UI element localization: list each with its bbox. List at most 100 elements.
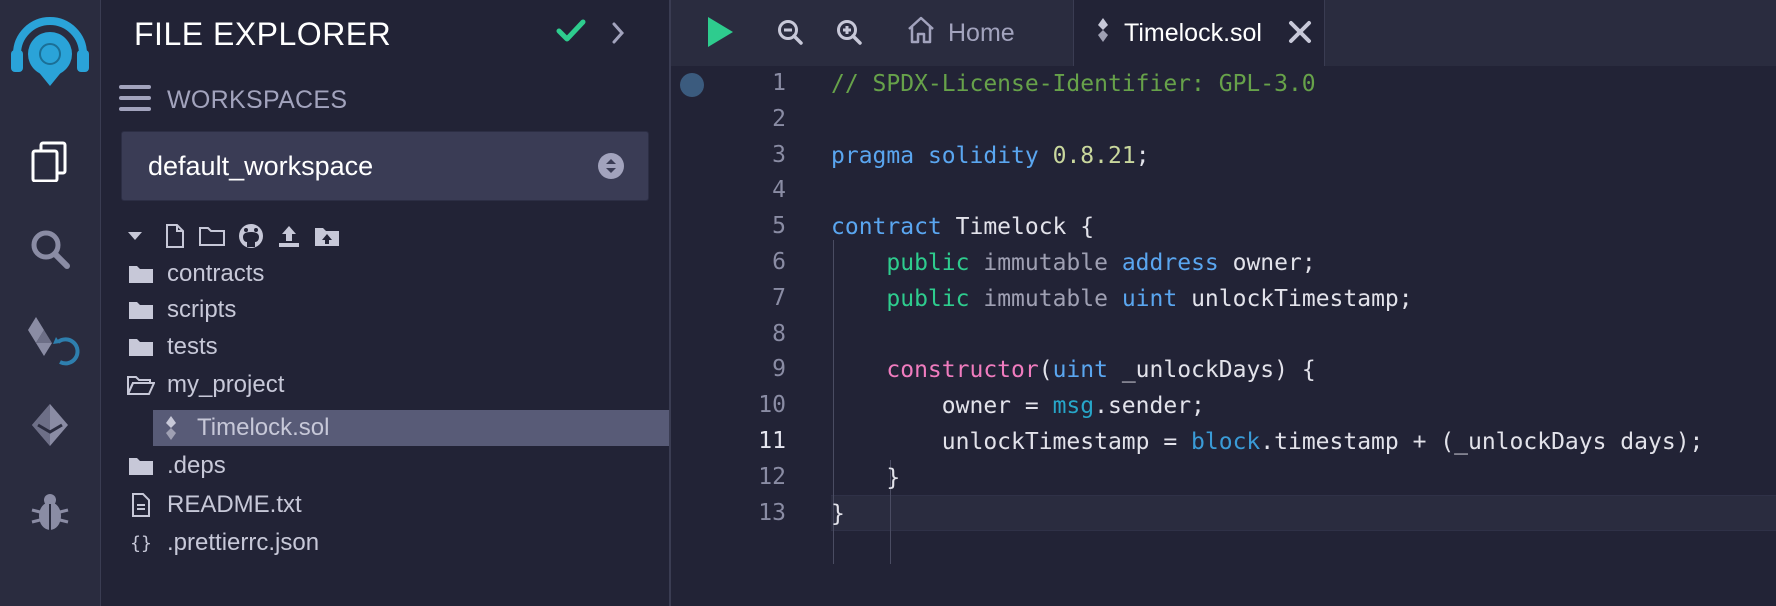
- search-icon[interactable]: [0, 228, 100, 270]
- code-token: .sender;: [1094, 393, 1205, 420]
- current-line-highlight: [831, 495, 1776, 531]
- code-token: ;: [1135, 142, 1150, 169]
- run-play-icon[interactable]: [705, 15, 735, 54]
- code-line: public immutable uint unlockTimestamp;: [831, 281, 1413, 317]
- tree-folder-my-project[interactable]: my_project: [127, 367, 284, 403]
- select-arrows-icon: [598, 153, 624, 184]
- code-token: unlockTimestamp;: [1177, 285, 1413, 312]
- debugger-icon[interactable]: [0, 490, 100, 534]
- code-token: public: [886, 285, 970, 312]
- code-token: public: [886, 250, 970, 276]
- tree-file-readme[interactable]: README.txt: [127, 487, 302, 523]
- code-line: public immutable address owner;: [831, 245, 1316, 281]
- zoom-in-icon[interactable]: [836, 19, 862, 50]
- tree-toolbar: [126, 222, 352, 250]
- code-token: (: [1038, 357, 1053, 384]
- workspace-select[interactable]: default_workspace: [121, 131, 649, 201]
- folder-open-icon: [127, 375, 155, 395]
- tree-folder-deps[interactable]: .deps: [127, 448, 226, 484]
- code-token: unlockTimestamp =: [831, 429, 1192, 455]
- code-line: }: [831, 460, 900, 496]
- code-token: immutable: [983, 250, 1108, 276]
- code-token: uint: [1052, 357, 1108, 384]
- file-explorer-panel: FILE EXPLORER WORKSPACES default_workspa…: [101, 0, 669, 606]
- line-number: 4: [772, 177, 786, 204]
- remix-logo-icon[interactable]: [0, 14, 100, 90]
- line-number: 5: [772, 213, 786, 240]
- json-file-icon: {}: [130, 532, 152, 554]
- code-token: contract: [831, 214, 942, 241]
- folder-icon: [127, 337, 155, 357]
- code-token: owner =: [831, 393, 1053, 420]
- tree-file-timelock-sol[interactable]: Timelock.sol: [153, 410, 669, 446]
- tree-folder-scripts[interactable]: scripts: [127, 292, 236, 328]
- panel-title: FILE EXPLORER: [134, 16, 392, 52]
- tree-folder-tests[interactable]: tests: [127, 329, 218, 365]
- tree-folder-contracts[interactable]: contracts: [127, 256, 264, 292]
- deploy-run-icon[interactable]: [0, 402, 100, 448]
- code-token: msg: [1052, 393, 1095, 420]
- tab-home[interactable]: Home: [906, 0, 1015, 66]
- line-number: 7: [772, 284, 786, 311]
- tree-item-label: .deps: [167, 452, 226, 479]
- line-number: 2: [772, 105, 786, 132]
- line-gutter: 1 2 3 4 5 6 7 8 9 10 11 12 13: [671, 66, 831, 606]
- home-icon: [906, 15, 936, 52]
- file-explorer-icon[interactable]: [0, 138, 100, 182]
- folder-icon: [127, 264, 155, 284]
- workspaces-header: WORKSPACES: [119, 80, 347, 120]
- tab-home-label: Home: [948, 18, 1015, 47]
- line-number: 9: [772, 356, 786, 383]
- code-token: block: [1191, 429, 1261, 455]
- upload-folder-icon[interactable]: [314, 225, 340, 247]
- code-token: }: [831, 500, 845, 527]
- line-number: 11: [758, 428, 786, 454]
- line-number: 1: [772, 70, 786, 96]
- collapse-caret-icon[interactable]: [126, 230, 144, 242]
- code-line: owner = msg.sender;: [831, 388, 1205, 424]
- tree-file-prettierrc[interactable]: {} .prettierrc.json: [127, 525, 319, 561]
- tab-active-label: Timelock.sol: [1124, 18, 1262, 47]
- checkmark-icon[interactable]: [556, 18, 586, 49]
- line-number: 6: [772, 249, 786, 275]
- folder-icon: [127, 300, 155, 320]
- solidity-compiler-icon[interactable]: [0, 312, 100, 372]
- line-number: 10: [758, 392, 786, 419]
- tree-item-label: tests: [167, 333, 218, 360]
- code-area[interactable]: // SPDX-License-Identifier: GPL-3.0 pragm…: [831, 66, 1776, 606]
- new-folder-icon[interactable]: [198, 224, 226, 248]
- code-token: uint: [1121, 285, 1178, 312]
- close-icon[interactable]: [1288, 20, 1312, 51]
- code-token: Timelock {: [941, 214, 1095, 241]
- tab-timelock-sol[interactable]: Timelock.sol: [1073, 0, 1325, 66]
- folder-icon: [127, 456, 155, 476]
- line-number: 13: [758, 499, 786, 526]
- line-number: 8: [772, 320, 786, 347]
- chevron-right-icon[interactable]: [610, 21, 626, 50]
- github-icon[interactable]: [238, 223, 264, 249]
- zoom-out-icon[interactable]: [777, 19, 803, 50]
- new-file-icon[interactable]: [164, 223, 186, 249]
- code-line: unlockTimestamp = block.timestamp + (_un…: [831, 424, 1704, 460]
- code-token: .timestamp + (_unlockDays days);: [1260, 429, 1704, 455]
- upload-file-icon[interactable]: [276, 223, 302, 249]
- tree-item-label: Timelock.sol: [197, 414, 330, 441]
- code-line: constructor(uint _unlockDays) {: [831, 352, 1315, 388]
- code-line: // SPDX-License-Identifier: GPL-3.0: [831, 66, 1316, 102]
- code-token: immutable: [983, 285, 1108, 312]
- code-token: solidity: [927, 142, 1039, 169]
- code-token: }: [831, 464, 901, 491]
- editor-tabbar: Home Timelock.sol: [671, 0, 1776, 66]
- tree-item-label: scripts: [167, 296, 237, 323]
- hamburger-icon[interactable]: [119, 83, 151, 118]
- code-line: pragma solidity 0.8.21;: [831, 138, 1150, 174]
- code-token: address: [1121, 250, 1219, 276]
- code-token: owner;: [1218, 250, 1316, 276]
- code-line: contract Timelock {: [831, 209, 1094, 245]
